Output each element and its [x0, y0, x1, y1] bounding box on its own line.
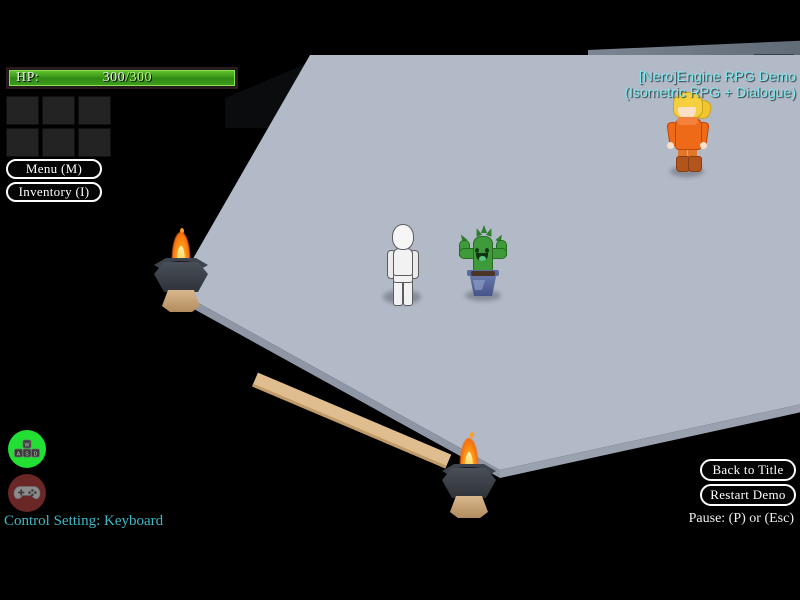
npc-boot-right	[688, 156, 702, 172]
inventory-quickbar[interactable]	[6, 96, 111, 157]
control-setting-label: Control Setting: Keyboard	[4, 513, 164, 529]
pot-soil	[471, 271, 495, 276]
inventory-slot[interactable]	[78, 96, 111, 125]
npc-hand-right	[700, 142, 707, 149]
demo-title-line2: (Isometric RPG + Dialogue)	[624, 84, 796, 100]
player-head	[392, 224, 414, 250]
svg-text:D: D	[34, 452, 38, 458]
player-leg-left	[393, 279, 403, 306]
inventory-slot[interactable]	[42, 96, 75, 125]
cactus-tongue	[479, 256, 486, 261]
hp-label: HP:	[16, 70, 40, 85]
demo-title-line1: [Nero]Engine RPG Demo	[638, 68, 796, 84]
hp-max: 300	[129, 70, 152, 85]
svg-text:W: W	[25, 443, 30, 449]
cactus-prop[interactable]	[455, 225, 509, 301]
brazier-pedestal	[450, 496, 488, 518]
player-torso	[393, 248, 413, 276]
keyboard-control-toggle[interactable]: W A S D	[8, 430, 46, 468]
npc-collar	[677, 117, 698, 125]
inventory-slot[interactable]	[6, 128, 39, 157]
menu-button[interactable]: Menu (M)	[6, 159, 102, 179]
brazier-pedestal	[162, 290, 200, 312]
keyboard-wasd-icon: W A S D	[14, 439, 40, 458]
player-character[interactable]	[382, 224, 422, 306]
inventory-button[interactable]: Inventory (I)	[6, 182, 102, 202]
hp-current: 300	[102, 70, 126, 85]
inventory-slot[interactable]	[6, 96, 39, 125]
game-viewport: [Nero]Engine RPG Demo (Isometric RPG + D…	[0, 0, 800, 600]
svg-text:A: A	[17, 452, 21, 458]
cactus-mouth	[476, 253, 488, 261]
player-leg-right	[403, 279, 413, 306]
hp-bar: HP: 300/300	[6, 67, 238, 89]
npc-hand-left	[667, 142, 674, 149]
hp-values: 300/300	[103, 70, 152, 86]
pause-hint-text: Pause: (P) or (Esc)	[688, 511, 794, 526]
svg-text:S: S	[25, 452, 29, 458]
hp-bar-text: HP: 300/300	[8, 69, 236, 87]
cactus-face	[475, 248, 489, 261]
demo-title: [Nero]Engine RPG Demo (Isometric RPG + D…	[624, 68, 796, 100]
inventory-slot[interactable]	[42, 128, 75, 157]
flame-spark	[470, 432, 474, 438]
back-to-title-button[interactable]: Back to Title	[700, 459, 796, 481]
torch-bottom[interactable]	[438, 428, 500, 518]
gamepad-control-toggle[interactable]	[8, 474, 46, 512]
restart-demo-button[interactable]: Restart Demo	[700, 484, 796, 506]
inventory-slot[interactable]	[78, 128, 111, 157]
npc-girl[interactable]	[664, 92, 714, 178]
torch-left[interactable]	[150, 222, 212, 312]
gamepad-icon	[13, 486, 41, 500]
